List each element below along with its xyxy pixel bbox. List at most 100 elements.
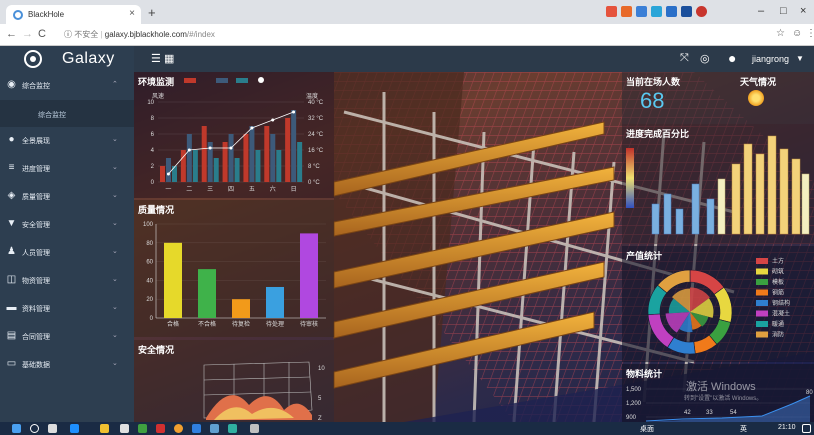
sidebar-item[interactable]: ◉ 综合监控 ⌃: [0, 72, 134, 100]
grid-icon[interactable]: ▦: [164, 52, 174, 65]
env-bar: [291, 110, 297, 182]
progress-panel: 进度完成百分比: [622, 124, 814, 244]
sidebar-item[interactable]: ● 全景展现 ⌄: [0, 127, 134, 155]
search-icon[interactable]: [30, 424, 39, 433]
target-icon[interactable]: ◎: [700, 52, 710, 65]
browser-menu-icon[interactable]: ⋮: [806, 28, 814, 39]
env-bar: [270, 134, 276, 182]
extension-icon[interactable]: [606, 6, 617, 17]
extension-icon[interactable]: [636, 6, 647, 17]
sidebar-item[interactable]: ♟ 人员管理 ⌄: [0, 239, 134, 267]
data-label: 54: [730, 410, 737, 416]
url-field[interactable]: ⓘ 不安全 | galaxy.bjblackhole.com/#/index: [64, 29, 215, 40]
chevron-icon: ⌄: [112, 192, 118, 199]
extension-icon[interactable]: [666, 6, 677, 17]
monitor-icon: ▭: [6, 358, 17, 369]
legend-swatch: [756, 268, 768, 275]
x-tick-label: 不合格: [198, 320, 216, 328]
y-tick-label: 6: [151, 132, 155, 138]
y2-tick-label: 8 °C: [308, 164, 320, 170]
x-tick-label: 六: [270, 185, 276, 193]
reload-button[interactable]: C: [38, 28, 46, 40]
bim-3d-view[interactable]: 环境监测 风速 温度 0 2 4 6 8 10 0 °C 8 °C 16 °C 24 °C 32 °…: [134, 72, 814, 422]
app-icon[interactable]: [228, 424, 237, 433]
app-icon[interactable]: [138, 424, 147, 433]
sidebar-item-label: 资料管理: [22, 306, 50, 313]
env-bar: [243, 134, 249, 182]
bookmark-star-icon[interactable]: ☆: [776, 28, 785, 39]
user-avatar-icon[interactable]: ●: [728, 50, 736, 66]
ie-icon[interactable]: [70, 424, 79, 433]
sidebar-item[interactable]: ▬ 资料管理 ⌄: [0, 295, 134, 323]
address-bar: ← → C ⓘ 不安全 | galaxy.bjblackhole.com/#/i…: [0, 24, 814, 46]
env-bar: [264, 126, 270, 182]
data-label: 33: [706, 410, 713, 416]
output-donut-chart: 土方砌筑模板钢筋钢结构混凝土暖通消防: [647, 257, 790, 355]
explorer-icon[interactable]: [100, 424, 109, 433]
x-tick-label: 待复检: [232, 320, 250, 328]
y-tick-label: 4: [151, 148, 155, 154]
chrome-icon[interactable]: [174, 424, 183, 433]
chevron-icon: ⌄: [112, 360, 118, 367]
tab-close-icon[interactable]: ×: [129, 8, 135, 19]
sidebar-item[interactable]: ▤ 合同管理 ⌄: [0, 323, 134, 351]
forward-button[interactable]: →: [22, 28, 33, 40]
sidebar-item-label: 进度管理: [22, 166, 50, 173]
new-tab-button[interactable]: +: [148, 5, 156, 20]
chevron-icon: ⌄: [112, 220, 118, 227]
y-tick-label: 40: [146, 278, 153, 284]
y-tick-label: 2: [151, 164, 155, 170]
extension-icon[interactable]: [696, 6, 707, 17]
app-icon[interactable]: [120, 424, 129, 433]
minimize-button[interactable]: –: [758, 5, 764, 17]
profile-icon[interactable]: ☺: [792, 28, 802, 39]
env-bar: [297, 142, 303, 182]
user-dropdown-icon[interactable]: ▼: [796, 54, 804, 63]
y-tick-label: 0: [151, 180, 155, 186]
progress-3d-bar-chart: [626, 135, 810, 235]
sidebar-item[interactable]: ≡ 进度管理 ⌄: [0, 155, 134, 183]
extension-icon[interactable]: [681, 6, 692, 17]
y-tick-label: 100: [143, 222, 154, 228]
user-name[interactable]: jiangrong: [752, 54, 789, 64]
logo-text: Galaxy: [62, 50, 115, 67]
fullscreen-icon[interactable]: ⤧: [680, 52, 689, 65]
quality-bar: [232, 299, 250, 318]
extension-icon[interactable]: [621, 6, 632, 17]
windows-start-icon[interactable]: [12, 424, 21, 433]
notifications-icon[interactable]: [802, 424, 811, 433]
chevron-icon: ⌄: [112, 248, 118, 255]
safety-panel: 安全情况 10 5 Z: [134, 340, 334, 422]
desktop-label[interactable]: 桌面: [640, 424, 654, 434]
legend-swatch: [756, 310, 768, 317]
info-icon[interactable]: ⓘ: [64, 30, 74, 39]
x-tick-label: 日: [291, 186, 297, 193]
legend-label: 土方: [772, 257, 784, 265]
sidebar-item[interactable]: ▭ 基础数据 ⌄: [0, 351, 134, 379]
sidebar-item-label: 物资管理: [22, 278, 50, 285]
maximize-button[interactable]: □: [780, 5, 787, 17]
logo[interactable]: Galaxy: [0, 46, 134, 72]
folder-icon: ▬: [6, 302, 17, 313]
app-icon[interactable]: [210, 424, 219, 433]
back-button[interactable]: ←: [6, 28, 17, 40]
task-view-icon[interactable]: [48, 424, 57, 433]
sidebar-item-label: 综合监控: [22, 83, 50, 90]
close-window-button[interactable]: ×: [800, 5, 806, 17]
sidebar-item[interactable]: ▼ 安全管理 ⌄: [0, 211, 134, 239]
ime-language[interactable]: 英: [740, 424, 747, 434]
sidebar-item[interactable]: ◈ 质量管理 ⌄: [0, 183, 134, 211]
app-icon[interactable]: [192, 424, 201, 433]
y-tick-label: 60: [146, 260, 153, 266]
menu-toggle-icon[interactable]: ☰: [151, 52, 161, 65]
list-icon: ≡: [8, 162, 15, 173]
app-icon[interactable]: [156, 424, 165, 433]
sidebar-subitem[interactable]: 综合监控: [0, 100, 134, 127]
galaxy-logo-icon: [24, 50, 42, 68]
app-icon[interactable]: [250, 424, 259, 433]
svg-text:10: 10: [318, 366, 325, 372]
extension-icon[interactable]: [651, 6, 662, 17]
browser-tab[interactable]: BlackHole ×: [6, 5, 141, 24]
sidebar-item[interactable]: ◫ 物资管理 ⌄: [0, 267, 134, 295]
clock[interactable]: 21:10: [778, 424, 796, 431]
